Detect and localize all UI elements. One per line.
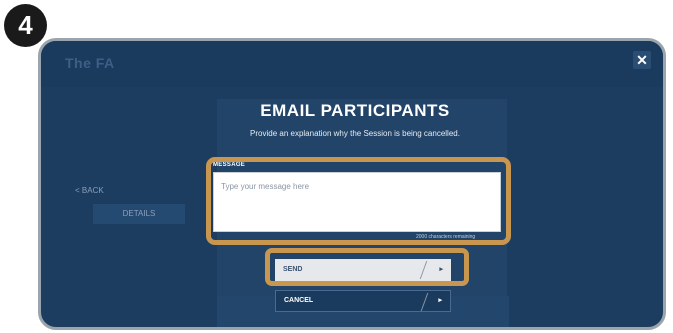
- cancel-button[interactable]: CANCEL ▸: [275, 290, 451, 312]
- cancel-button-label: CANCEL: [284, 297, 314, 304]
- highlight-send-button: [265, 248, 469, 286]
- brand-logo: The FA: [65, 55, 115, 71]
- highlight-message-field: [206, 157, 511, 245]
- top-bar: The FA ✕: [41, 41, 663, 87]
- button-divider: [420, 293, 429, 311]
- dialog-subtitle: Provide an explanation why the Session i…: [250, 129, 460, 138]
- tab-details[interactable]: DETAILS: [93, 204, 185, 224]
- back-link[interactable]: < BACK: [75, 186, 104, 195]
- dialog-title: EMAIL PARTICIPANTS: [260, 101, 450, 120]
- close-icon[interactable]: ✕: [633, 51, 651, 69]
- arrow-right-icon: ▸: [438, 297, 442, 304]
